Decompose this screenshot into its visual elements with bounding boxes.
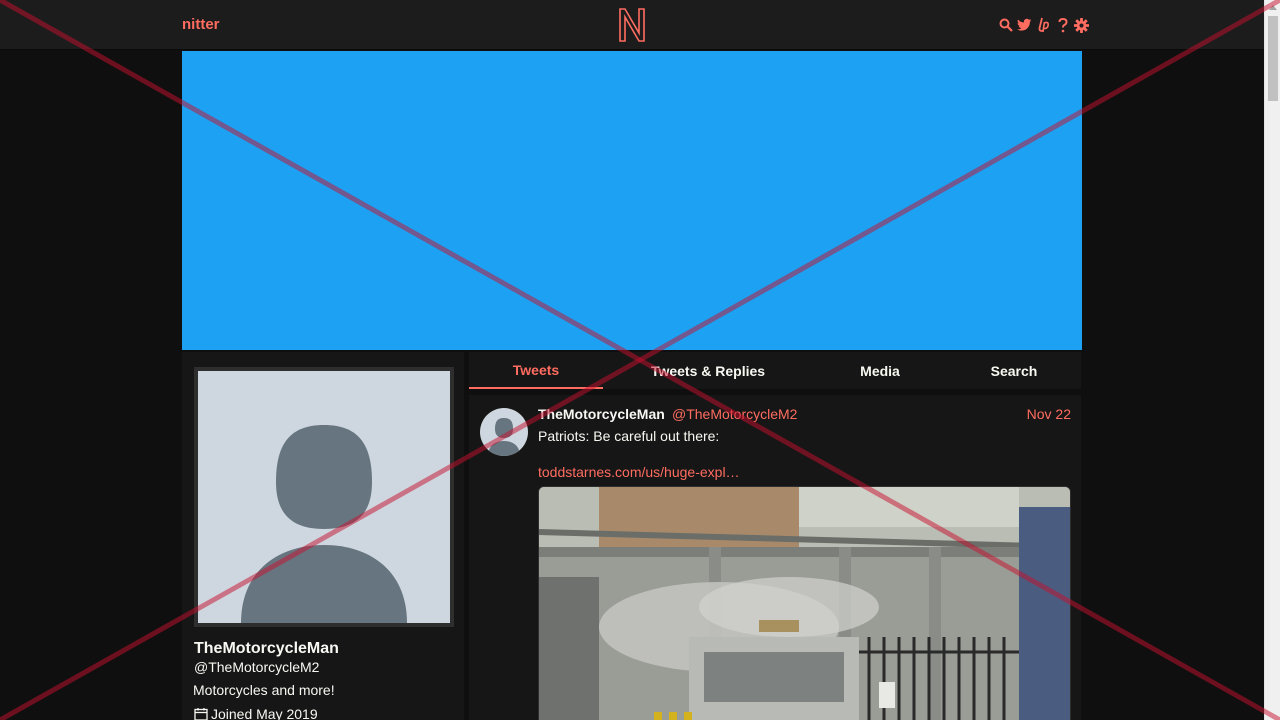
tweet-photo-explosion-scene <box>539 487 1070 720</box>
profile-bio: Motorcycles and more! <box>193 682 335 698</box>
tweet-avatar[interactable] <box>480 408 528 456</box>
scrollbar-thumb[interactable] <box>1268 16 1278 101</box>
liberapay-icon[interactable] <box>1036 16 1051 34</box>
default-avatar-icon <box>488 418 520 456</box>
profile-card: TheMotorcycleMan @TheMotorcycleM2 Motorc… <box>182 352 464 720</box>
tweet-date-link[interactable]: Nov 22 <box>1027 406 1071 422</box>
settings-gear-icon[interactable] <box>1074 16 1089 34</box>
timeline-tabs: Tweets Tweets & Replies Media Search <box>469 352 1081 389</box>
calendar-icon <box>194 708 208 720</box>
tweet-external-link[interactable]: toddstarnes.com/us/huge-expl… <box>538 464 740 480</box>
tweet-image[interactable] <box>538 486 1071 720</box>
profile-avatar[interactable] <box>194 367 454 627</box>
tab-tweets[interactable]: Tweets <box>469 352 603 389</box>
tweet-item[interactable]: TheMotorcycleMan @TheMotorcycleM2 Nov 22… <box>469 395 1081 720</box>
nitter-home-link[interactable]: nitter <box>182 16 220 33</box>
timeline: Tweets Tweets & Replies Media Search The… <box>469 352 1081 720</box>
tab-search[interactable]: Search <box>947 352 1081 389</box>
profile-fullname[interactable]: TheMotorcycleMan <box>194 640 339 658</box>
tweet-author-fullname[interactable]: TheMotorcycleMan <box>538 406 665 422</box>
help-icon[interactable] <box>1055 16 1070 34</box>
profile-banner[interactable] <box>182 51 1082 350</box>
joined-date-text: Joined May 2019 <box>211 706 318 720</box>
tab-media[interactable]: Media <box>813 352 947 389</box>
profile-username[interactable]: @TheMotorcycleM2 <box>194 659 319 675</box>
nav-icon-group <box>998 15 1089 35</box>
tab-tweets-and-replies[interactable]: Tweets & Replies <box>603 352 813 389</box>
nitter-logo-icon[interactable] <box>617 7 647 43</box>
navbar: nitter <box>0 0 1264 50</box>
tweet-author-username[interactable]: @TheMotorcycleM2 <box>672 406 797 422</box>
search-icon[interactable] <box>998 16 1013 34</box>
scroll-up-arrow-icon[interactable] <box>1269 5 1277 10</box>
twitter-bird-icon[interactable] <box>1017 16 1032 34</box>
default-avatar-icon <box>198 371 450 623</box>
profile-joined-date: Joined May 2019 <box>194 706 318 720</box>
tweet-text: Patriots: Be careful out there: <box>538 428 720 444</box>
page-scrollbar[interactable] <box>1264 0 1280 720</box>
